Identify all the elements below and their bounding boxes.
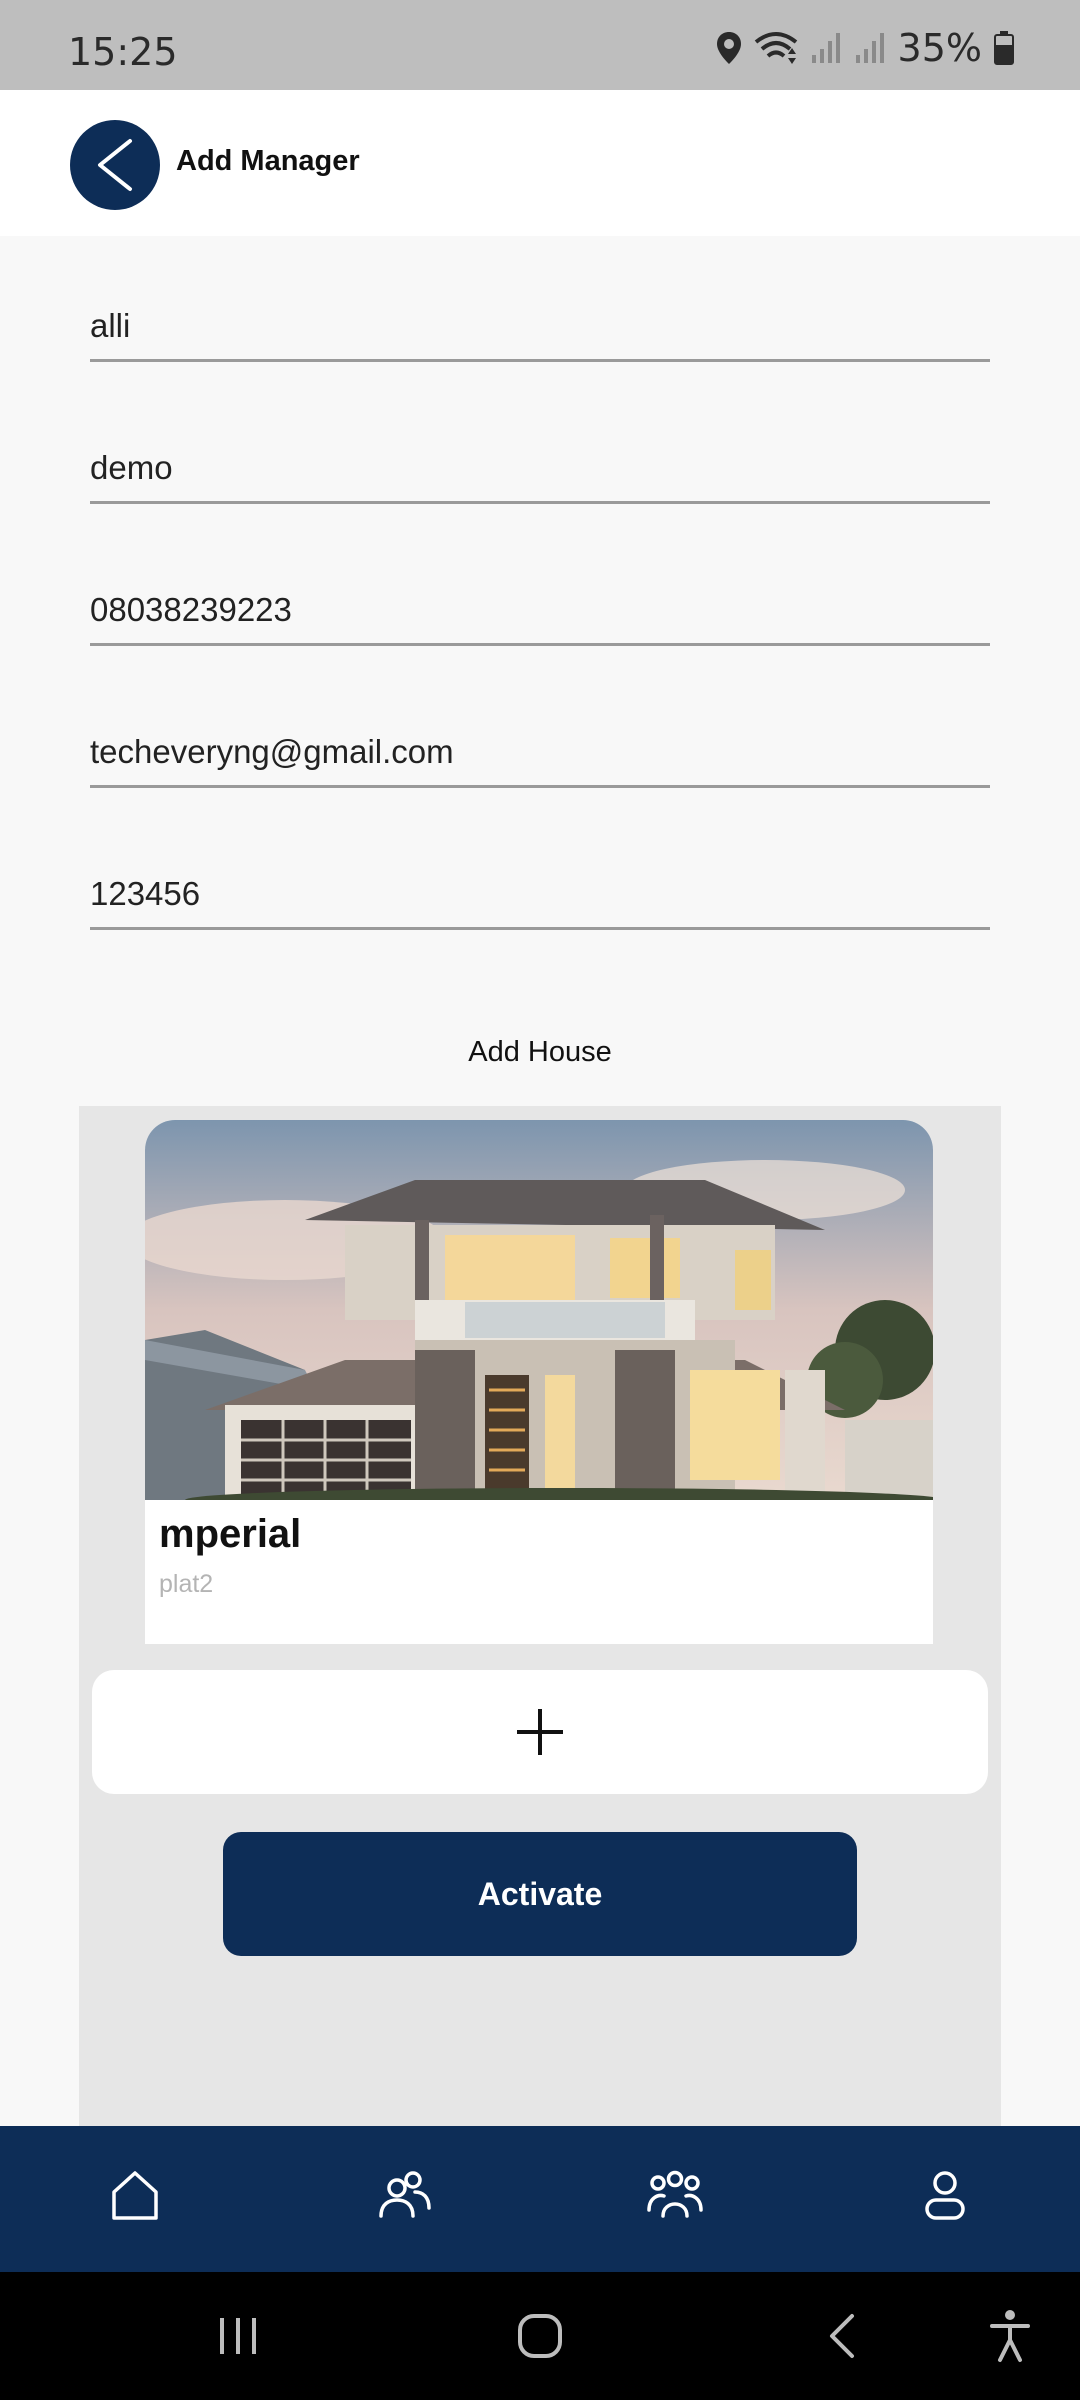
battery-icon (994, 31, 1014, 65)
home-icon (112, 2171, 158, 2220)
nav-profile[interactable] (905, 2156, 985, 2236)
nav-group[interactable] (635, 2156, 715, 2236)
email-input[interactable] (90, 733, 990, 771)
status-time: 15:25 (68, 30, 178, 74)
phone-field[interactable] (90, 570, 990, 646)
nav-home[interactable] (95, 2156, 175, 2236)
back-system-button[interactable] (812, 2306, 872, 2366)
add-house-button[interactable] (92, 1670, 988, 1794)
accessibility-icon (990, 2310, 1030, 2362)
back-button[interactable] (70, 120, 160, 210)
status-bar: 15:25 35% (0, 0, 1080, 90)
house-subtitle: plat2 (159, 1570, 214, 1598)
page-title: Add Manager (176, 145, 360, 177)
add-house-label: Add House (468, 1036, 612, 1068)
first-name-field[interactable] (90, 286, 990, 362)
app-header: Add Manager (0, 90, 1080, 236)
location-icon (716, 32, 741, 64)
plus-icon (517, 1709, 563, 1755)
house-card[interactable]: mperial plat2 (145, 1120, 933, 1644)
house-name: mperial (159, 1512, 302, 1556)
back-icon (830, 2314, 854, 2358)
home-button-icon (518, 2314, 562, 2358)
last-name-input[interactable] (90, 449, 990, 487)
activate-button[interactable]: Activate (223, 1832, 857, 1956)
email-field[interactable] (90, 712, 990, 788)
bottom-nav (0, 2126, 1080, 2272)
phone-input[interactable] (90, 591, 990, 629)
nav-users[interactable] (365, 2156, 445, 2236)
recents-button[interactable] (208, 2306, 268, 2366)
profile-icon (925, 2171, 965, 2220)
system-nav-bar (0, 2272, 1080, 2400)
accessibility-button[interactable] (980, 2306, 1040, 2366)
house-panel: mperial plat2 Activate (79, 1106, 1001, 2126)
house-photo (145, 1120, 933, 1500)
signal-icon-2 (855, 33, 884, 63)
home-system-button[interactable] (510, 2306, 570, 2366)
recents-icon (220, 2318, 256, 2354)
status-icons: 35% (716, 26, 1014, 70)
signal-icon (811, 33, 840, 63)
password-field[interactable] (90, 854, 990, 930)
wifi-icon (754, 32, 797, 64)
users-icon (379, 2171, 431, 2218)
first-name-input[interactable] (90, 307, 990, 345)
password-input[interactable] (90, 875, 990, 913)
last-name-field[interactable] (90, 428, 990, 504)
chevron-left-icon (98, 139, 132, 191)
battery-percent: 35% (897, 26, 982, 70)
group-icon (647, 2170, 703, 2218)
